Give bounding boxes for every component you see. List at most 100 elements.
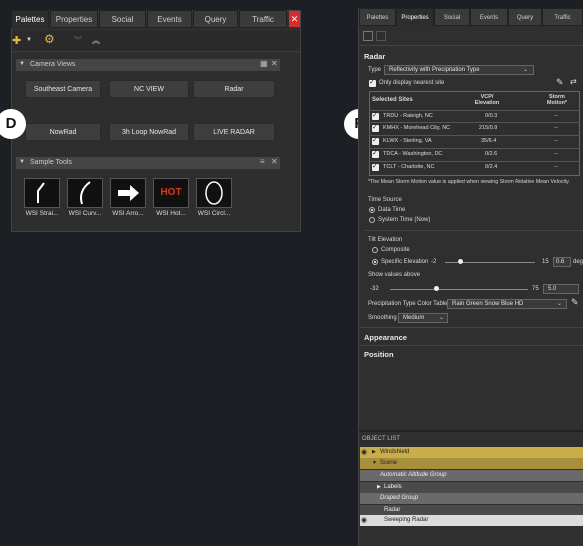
camera-radar-button[interactable]: Radar xyxy=(193,80,275,98)
color-table-select[interactable]: Rain Green Snow Blue HD xyxy=(447,299,567,309)
site-name: TRDU - Raleigh, NC xyxy=(383,113,433,119)
table-row[interactable]: TDCA - Washington, DC 0/2.6 -- xyxy=(369,148,580,160)
close-icon[interactable]: ✕ xyxy=(289,11,300,27)
tool-wsi-arrow[interactable]: WSI Arro... xyxy=(109,178,147,222)
tab-query[interactable]: Query xyxy=(193,10,238,28)
chevron-down-icon[interactable]: ⌄ xyxy=(439,314,444,321)
sample-tools-header[interactable]: Sample Tools xyxy=(16,157,280,169)
tab-social[interactable]: Social xyxy=(99,10,146,28)
tilt-value-input[interactable]: 0.6 xyxy=(553,257,571,267)
straight-line-icon xyxy=(24,178,60,208)
camera-nc-view-button[interactable]: NC VIEW xyxy=(109,80,189,98)
site-checkbox[interactable] xyxy=(372,123,379,132)
camera-live-radar-button[interactable]: LIVE RADAR xyxy=(193,123,275,141)
tab-query[interactable]: Query xyxy=(508,8,542,26)
paste-icon[interactable] xyxy=(376,31,386,41)
collapse-up-icon[interactable]: ︽ xyxy=(92,35,100,46)
add-icon[interactable]: ✚ xyxy=(12,34,21,47)
object-row-labels[interactable]: ▶ Labels xyxy=(360,482,583,493)
site-checkbox[interactable] xyxy=(372,111,379,120)
tab-properties[interactable]: Properties xyxy=(50,10,98,28)
tool-wsi-hot[interactable]: HOT WSI Hot... xyxy=(152,178,190,222)
radar-title: Radar xyxy=(364,52,386,61)
chevron-right-icon[interactable]: ▶ xyxy=(372,447,376,458)
tab-social[interactable]: Social xyxy=(434,8,470,26)
tilt-slider-handle[interactable] xyxy=(458,259,463,264)
table-row[interactable]: KMHX - Morehead City, NC 215/0.9 -- xyxy=(369,122,580,134)
close-icon[interactable]: ✕ xyxy=(271,157,278,166)
curve-line-icon xyxy=(67,178,103,208)
system-time-radio[interactable] xyxy=(369,217,375,223)
eye-icon[interactable]: ◉ xyxy=(361,447,367,458)
object-row-sweeping-radar[interactable]: ◉ Sweeping Radar xyxy=(360,515,583,526)
camera-views-header[interactable]: Camera Views xyxy=(16,59,280,71)
eye-icon[interactable]: ◉ xyxy=(361,515,367,526)
pencil-icon[interactable]: ✎ xyxy=(571,297,579,308)
system-time-label: System Time (Now) xyxy=(378,217,431,223)
tool-label: WSI Strai... xyxy=(25,210,59,217)
tab-palettes[interactable]: Palettes xyxy=(359,8,396,26)
site-motion: -- xyxy=(554,113,558,119)
composite-radio[interactable] xyxy=(372,247,378,253)
tilt-min: -2 xyxy=(431,259,437,265)
chevron-down-icon[interactable]: ⌄ xyxy=(523,66,528,73)
tilt-unit: deg xyxy=(573,259,583,265)
grid-icon[interactable]: ▦ xyxy=(260,59,268,68)
tool-wsi-curve[interactable]: WSI Curv... xyxy=(66,178,104,222)
tab-traffic[interactable]: Traffic xyxy=(542,8,583,26)
pencil-icon[interactable]: ✎ xyxy=(556,77,564,88)
site-name: TCLT - Charlotte, NC xyxy=(383,164,435,170)
col-storm-motion: Storm Motion* xyxy=(546,94,568,106)
tab-traffic[interactable]: Traffic xyxy=(239,10,287,28)
tab-palettes[interactable]: Palettes xyxy=(11,10,49,28)
object-row-windshield[interactable]: ◉ ▶ Windshield xyxy=(360,447,583,458)
site-motion: -- xyxy=(554,138,558,144)
copy-icon[interactable] xyxy=(363,31,373,41)
collapse-down-icon[interactable]: ︾ xyxy=(74,35,82,46)
site-checkbox[interactable] xyxy=(372,136,379,145)
storm-motion-footnote: *The Mean Storm Motion value is applied … xyxy=(368,179,570,185)
object-row-auto-altitude-group[interactable]: Automatic Altitude Group xyxy=(360,470,583,481)
table-row[interactable]: TRDU - Raleigh, NC 0/0.3 -- xyxy=(369,110,580,122)
list-icon[interactable]: ≡ xyxy=(260,157,265,166)
show-values-input[interactable]: 5.0 xyxy=(543,284,579,294)
type-select[interactable]: Reflectivity with Precipitation Type xyxy=(384,65,534,75)
table-row[interactable]: TCLT - Charlotte, NC 0/2.4 -- xyxy=(369,161,580,173)
tool-wsi-circle[interactable]: WSI Circl... xyxy=(195,178,233,222)
site-elevation: 0/2.6 xyxy=(485,151,498,157)
swap-icon[interactable]: ⇄ xyxy=(570,77,577,86)
chevron-right-icon[interactable]: ▶ xyxy=(377,482,381,493)
circle-icon xyxy=(196,178,232,208)
camera-nowrad-button[interactable]: NowRad xyxy=(25,123,101,141)
tool-wsi-straight[interactable]: WSI Strai... xyxy=(23,178,61,222)
show-values-slider-track[interactable] xyxy=(390,289,528,290)
close-icon[interactable]: ✕ xyxy=(271,59,278,68)
only-nearest-checkbox[interactable] xyxy=(369,78,376,87)
data-time-radio[interactable] xyxy=(369,207,375,213)
appearance-section[interactable]: Appearance xyxy=(364,333,407,342)
tab-properties[interactable]: Properties xyxy=(396,8,434,26)
camera-3h-loop-nowrad-button[interactable]: 3h Loop NowRad xyxy=(109,123,189,141)
specific-elevation-radio[interactable] xyxy=(372,259,378,265)
color-table-label: Precipitation Type Color Table xyxy=(368,301,448,307)
site-checkbox[interactable] xyxy=(372,162,379,171)
tab-events[interactable]: Events xyxy=(470,8,508,26)
tab-events[interactable]: Events xyxy=(147,10,192,28)
tilt-max: 15 xyxy=(542,259,549,265)
chevron-down-icon[interactable]: ▼ xyxy=(372,458,377,469)
show-values-slider-handle[interactable] xyxy=(434,286,439,291)
site-checkbox[interactable] xyxy=(372,149,379,158)
chevron-down-icon[interactable]: ▼ xyxy=(26,37,32,43)
col-selected-sites: Selected Sites xyxy=(372,97,413,103)
position-section[interactable]: Position xyxy=(364,350,394,359)
divider xyxy=(359,45,583,46)
camera-southeast-button[interactable]: Southeast Camera xyxy=(25,80,101,98)
chevron-down-icon[interactable]: ⌄ xyxy=(557,300,562,307)
chevron-down-icon[interactable]: ▼ xyxy=(19,159,25,165)
divider xyxy=(364,230,583,231)
gear-icon[interactable]: ⚙ xyxy=(44,32,55,46)
object-row-draped-group[interactable]: Draped Group xyxy=(360,493,583,504)
chevron-down-icon[interactable]: ▼ xyxy=(19,61,25,67)
object-row-scene[interactable]: ▼ Scene xyxy=(360,458,583,469)
table-row[interactable]: KLWX - Sterling, VA 35/6.4 -- xyxy=(369,135,580,147)
